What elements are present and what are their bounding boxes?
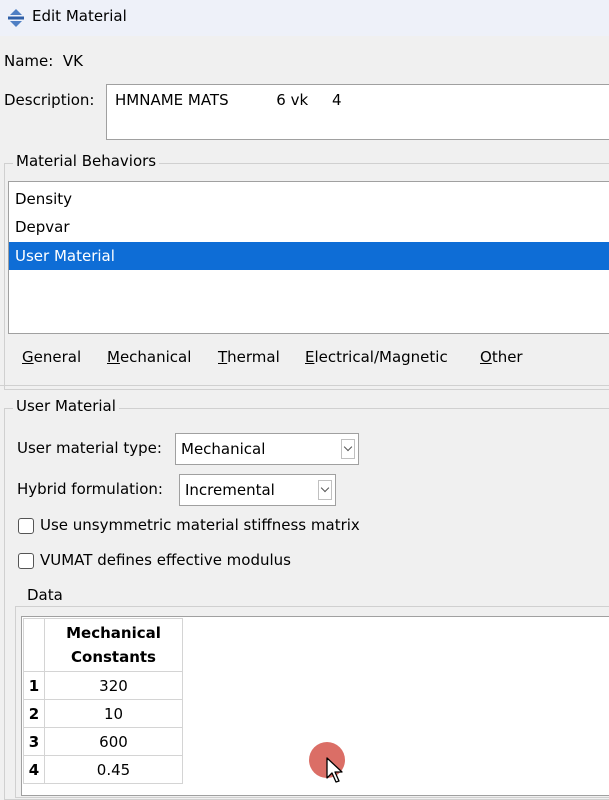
table-cell[interactable]: 0.45: [44, 755, 183, 784]
menu-other-mnemonic: O: [480, 348, 492, 366]
menu-general-label: eneral: [33, 348, 82, 366]
name-row: Name: VK: [4, 52, 83, 70]
material-behaviors-title: Material Behaviors: [13, 152, 160, 170]
menu-mechanical[interactable]: Mechanical: [107, 348, 191, 366]
menu-thermal-label: hermal: [227, 348, 280, 366]
hybrid-formulation-value: Incremental: [185, 481, 275, 499]
description-label: Description:: [4, 91, 95, 109]
table-cell[interactable]: 320: [44, 671, 183, 700]
hybrid-formulation-label: Hybrid formulation:: [17, 480, 163, 498]
table-row: 4 0.45: [23, 755, 183, 784]
menu-general-mnemonic: G: [22, 348, 34, 366]
name-label: Name:: [4, 52, 54, 70]
unsymmetric-stiffness-checkbox[interactable]: [18, 518, 34, 534]
menu-electrical-magnetic[interactable]: Electrical/Magnetic: [305, 348, 448, 366]
section-divider: [0, 385, 609, 386]
description-text: HMNAME MATS 6 vk 4: [115, 91, 342, 109]
table-header-row: Mechanical Constants: [23, 618, 183, 672]
description-field[interactable]: HMNAME MATS 6 vk 4: [106, 84, 609, 140]
row-header[interactable]: 3: [23, 727, 45, 756]
window-title: Edit Material: [32, 7, 127, 25]
table-cell[interactable]: 600: [44, 727, 183, 756]
material-icon: [8, 9, 24, 27]
column-header-line2: Constants: [71, 648, 156, 666]
behavior-item-user-material[interactable]: User Material: [9, 242, 609, 270]
material-behaviors-list[interactable]: Density Depvar User Material: [8, 181, 609, 334]
data-title: Data: [24, 586, 66, 604]
menu-mechanical-label: echanical: [119, 348, 192, 366]
row-header[interactable]: 1: [23, 671, 45, 700]
row-header[interactable]: 2: [23, 699, 45, 728]
menu-electrical-label: lectrical/Magnetic: [314, 348, 448, 366]
menu-other[interactable]: Other: [480, 348, 523, 366]
menu-thermal[interactable]: Thermal: [218, 348, 280, 366]
table-row: 1 320: [23, 671, 183, 700]
menu-thermal-mnemonic: T: [218, 348, 228, 366]
table-row: 3 600: [23, 727, 183, 756]
data-table: Mechanical Constants 1 320 2 10 3 600 4 …: [23, 618, 183, 784]
user-material-type-select[interactable]: Mechanical: [175, 433, 359, 465]
user-material-type-label: User material type:: [17, 439, 162, 457]
column-header-line1: Mechanical: [66, 624, 161, 642]
user-material-title: User Material: [13, 397, 119, 415]
vumat-modulus-label: VUMAT defines effective modulus: [40, 551, 291, 569]
hybrid-formulation-select[interactable]: Incremental: [179, 474, 336, 506]
menu-mechanical-mnemonic: M: [107, 348, 120, 366]
table-corner: [23, 618, 45, 672]
column-header-mechanical-constants[interactable]: Mechanical Constants: [44, 618, 183, 672]
row-header[interactable]: 4: [23, 755, 45, 784]
unsymmetric-stiffness-label: Use unsymmetric material stiffness matri…: [40, 516, 360, 534]
table-row: 2 10: [23, 699, 183, 728]
chevron-down-icon[interactable]: [341, 439, 355, 459]
vumat-modulus-checkbox[interactable]: [18, 553, 34, 569]
name-value: VK: [62, 52, 83, 70]
chevron-down-icon[interactable]: [318, 480, 332, 500]
menu-general[interactable]: General: [22, 348, 81, 366]
menu-other-label: ther: [491, 348, 523, 366]
table-cell[interactable]: 10: [44, 699, 183, 728]
mouse-pointer-icon: [326, 757, 343, 783]
behavior-item-density[interactable]: Density: [9, 185, 609, 213]
behavior-item-depvar[interactable]: Depvar: [9, 213, 609, 241]
user-material-type-value: Mechanical: [181, 440, 266, 458]
